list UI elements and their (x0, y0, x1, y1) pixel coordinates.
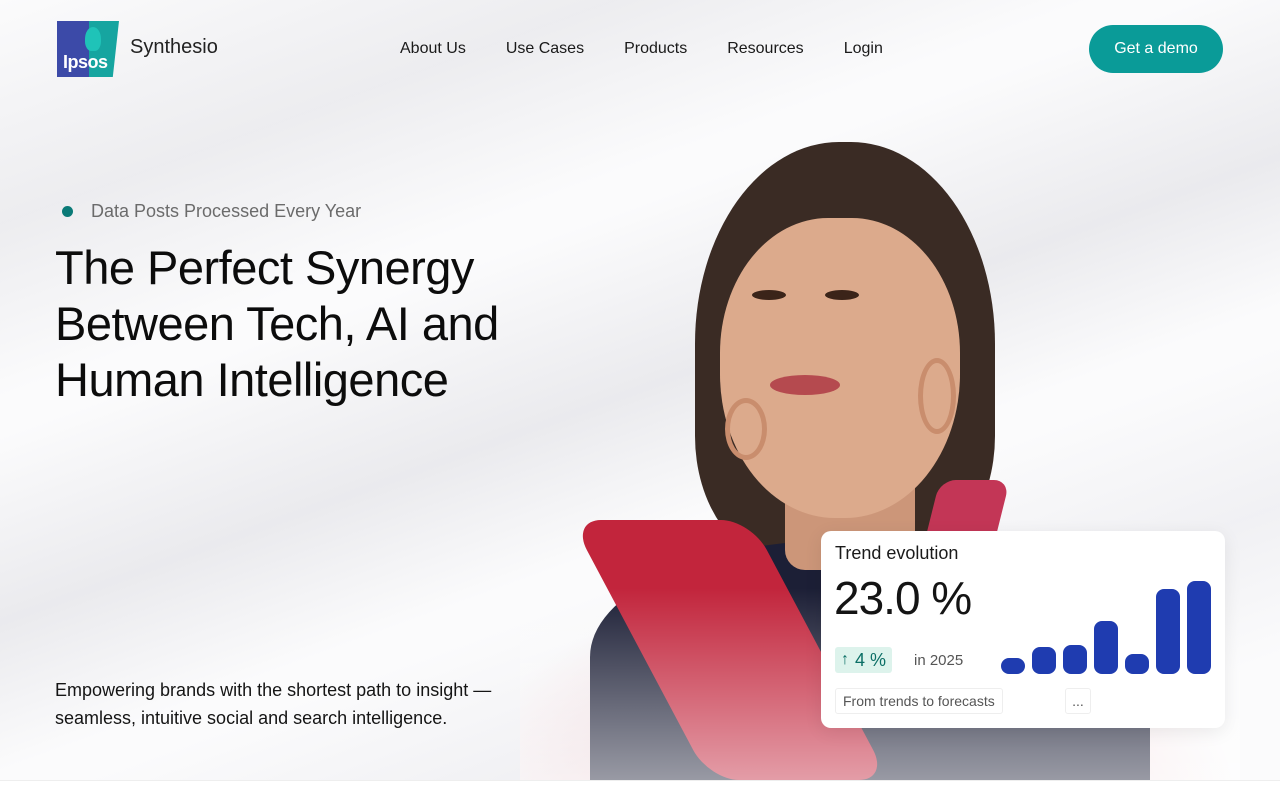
site-header: Ipsos Synthesio About Us Use Cases Produ… (0, 0, 1280, 100)
eyebrow-text: Data Posts Processed Every Year (91, 201, 362, 221)
brand-name[interactable]: Synthesio (130, 36, 218, 59)
nav-about-us[interactable]: About Us (400, 38, 466, 60)
forecast-tag[interactable]: From trends to forecasts (835, 688, 1003, 714)
change-value: 4 % (855, 649, 887, 670)
trend-bar (1063, 645, 1087, 674)
hero-eyebrow: Data Posts Processed Every Year (62, 201, 361, 222)
nav-products[interactable]: Products (624, 38, 687, 60)
hero-subtext: Empowering brands with the shortest path… (55, 680, 492, 728)
trend-bar (1001, 658, 1025, 674)
mini-bar-chart (1001, 571, 1215, 674)
arrow-up-icon: ↑ (841, 651, 849, 668)
card-value: 23.0 % (834, 572, 972, 624)
bottom-divider (0, 780, 1280, 800)
status-dot-icon (62, 206, 73, 217)
hero-headline: The Perfect Synergy Between Tech, AI and… (55, 241, 499, 406)
trend-bar (1032, 647, 1056, 674)
main-nav: About Us Use Cases Products Resources Lo… (400, 38, 883, 60)
logo-head-icon (85, 27, 101, 51)
change-period: in 2025 (914, 652, 964, 669)
nav-resources[interactable]: Resources (727, 38, 803, 60)
more-button[interactable]: ... (1065, 688, 1091, 714)
ipsos-logo[interactable]: Ipsos (57, 21, 119, 77)
trend-bar (1125, 654, 1149, 674)
trend-bar (1094, 621, 1118, 674)
trend-evolution-card: Trend evolution 23.0 % ↑ 4 % in 2025 Fro… (821, 531, 1225, 728)
card-title: Trend evolution (835, 543, 959, 563)
change-badge: ↑ 4 % (835, 647, 893, 673)
trend-bar (1156, 589, 1180, 674)
nav-login[interactable]: Login (844, 38, 883, 60)
nav-use-cases[interactable]: Use Cases (506, 38, 584, 60)
logo-text: Ipsos (63, 52, 108, 72)
get-a-demo-button[interactable]: Get a demo (1089, 25, 1223, 73)
trend-bar (1187, 581, 1211, 674)
